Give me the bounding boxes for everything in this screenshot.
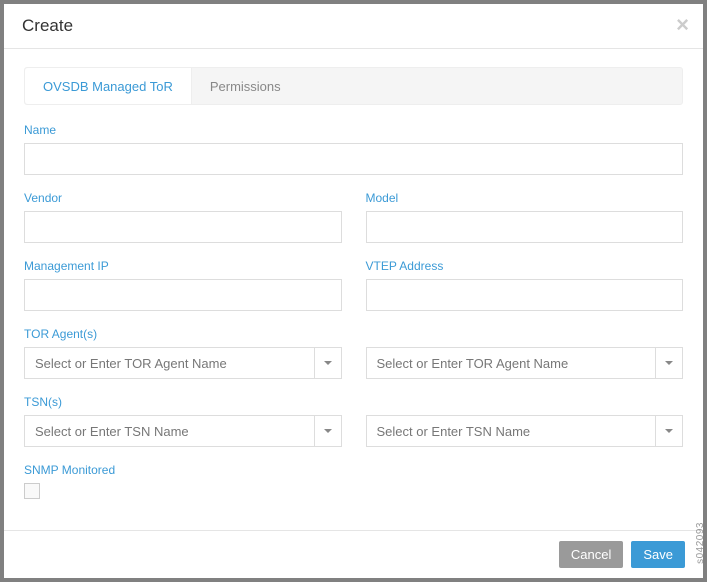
vtep-address-label: VTEP Address <box>366 259 684 273</box>
vtep-address-input[interactable] <box>366 279 684 311</box>
snmp-monitored-label: SNMP Monitored <box>24 463 683 477</box>
chevron-down-icon[interactable] <box>314 415 342 447</box>
tsn-select-1[interactable]: Select or Enter TSN Name <box>24 415 342 447</box>
tsn-select-2[interactable]: Select or Enter TSN Name <box>366 415 684 447</box>
tor-agent-select-1[interactable]: Select or Enter TOR Agent Name <box>24 347 342 379</box>
chevron-down-icon[interactable] <box>655 347 683 379</box>
side-code-label: s042093 <box>695 522 706 564</box>
name-input[interactable] <box>24 143 683 175</box>
tab-permissions[interactable]: Permissions <box>192 68 299 104</box>
cancel-button[interactable]: Cancel <box>559 541 623 568</box>
tor-agent-select-2[interactable]: Select or Enter TOR Agent Name <box>366 347 684 379</box>
form: Name Vendor Model Management IP <box>24 105 683 499</box>
tab-ovsdb-managed-tor[interactable]: OVSDB Managed ToR <box>25 68 192 104</box>
tor-agent-select-1-text: Select or Enter TOR Agent Name <box>24 347 314 379</box>
model-label: Model <box>366 191 684 205</box>
model-input[interactable] <box>366 211 684 243</box>
modal-title: Create <box>22 16 685 36</box>
modal-body: OVSDB Managed ToR Permissions Name Vendo… <box>4 49 703 530</box>
tsn-select-1-text: Select or Enter TSN Name <box>24 415 314 447</box>
vendor-label: Vendor <box>24 191 342 205</box>
tor-agent-select-2-text: Select or Enter TOR Agent Name <box>366 347 656 379</box>
vendor-input[interactable] <box>24 211 342 243</box>
tsn-label-spacer <box>366 395 684 409</box>
management-ip-label: Management IP <box>24 259 342 273</box>
tsn-select-2-text: Select or Enter TSN Name <box>366 415 656 447</box>
name-label: Name <box>24 123 683 137</box>
save-button[interactable]: Save <box>631 541 685 568</box>
tor-agents-label: TOR Agent(s) <box>24 327 342 341</box>
tsn-label: TSN(s) <box>24 395 342 409</box>
management-ip-input[interactable] <box>24 279 342 311</box>
create-modal: Create × OVSDB Managed ToR Permissions N… <box>4 4 703 578</box>
chevron-down-icon[interactable] <box>314 347 342 379</box>
modal-header: Create × <box>4 4 703 49</box>
modal-footer: Cancel Save <box>4 530 703 578</box>
close-icon[interactable]: × <box>676 14 689 36</box>
tab-bar: OVSDB Managed ToR Permissions <box>24 67 683 105</box>
chevron-down-icon[interactable] <box>655 415 683 447</box>
snmp-monitored-checkbox[interactable] <box>24 483 40 499</box>
tor-agents-label-spacer <box>366 327 684 341</box>
